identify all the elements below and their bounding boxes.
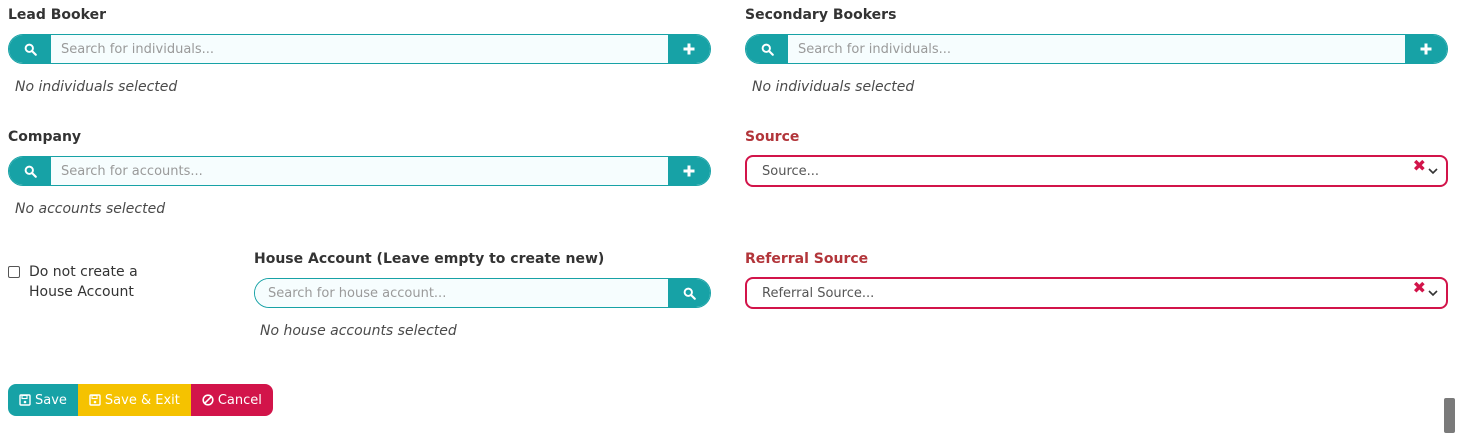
house-account-empty-text: No house accounts selected (260, 323, 457, 339)
no-house-account-label: Do not create a House Account (29, 264, 138, 300)
clear-icon[interactable]: ✖ (1413, 280, 1426, 296)
search-icon (761, 43, 774, 56)
lead-booker-add-button[interactable] (668, 35, 710, 63)
clear-icon[interactable]: ✖ (1413, 158, 1426, 174)
lead-booker-empty-text: No individuals selected (15, 79, 178, 95)
secondary-bookers-empty-text: No individuals selected (752, 79, 915, 95)
company-search-input[interactable] (51, 157, 668, 185)
source-select[interactable]: Source... ✖ (745, 155, 1448, 187)
plus-icon (683, 165, 695, 177)
save-button-label: Save (35, 392, 67, 408)
company-empty-text: No accounts selected (15, 201, 166, 217)
lead-booker-search-button[interactable] (9, 35, 51, 63)
search-icon (683, 287, 696, 300)
save-icon (19, 394, 31, 406)
referral-source-label: Referral Source (745, 251, 869, 267)
form-actions: Save Save & Exit Cancel (8, 384, 273, 416)
source-label: Source (745, 129, 800, 145)
lead-booker-label: Lead Booker (8, 7, 106, 23)
house-account-search-group (254, 278, 711, 308)
save-button[interactable]: Save (8, 384, 78, 416)
secondary-bookers-search-group (745, 34, 1448, 64)
plus-icon (683, 43, 695, 55)
save-exit-button-label: Save & Exit (104, 392, 180, 408)
chevron-down-icon[interactable] (1428, 289, 1438, 297)
cancel-button[interactable]: Cancel (190, 384, 273, 416)
secondary-bookers-search-button[interactable] (746, 35, 788, 63)
house-account-label: House Account (Leave empty to create new… (254, 251, 605, 267)
chevron-down-icon[interactable] (1428, 167, 1438, 175)
cancel-icon (202, 394, 214, 406)
secondary-bookers-add-button[interactable] (1405, 35, 1447, 63)
search-icon (24, 165, 37, 178)
lead-booker-search-input[interactable] (51, 35, 668, 63)
company-search-group (8, 156, 711, 186)
search-icon (24, 43, 37, 56)
save-exit-button[interactable]: Save & Exit (77, 384, 191, 416)
referral-source-select[interactable]: Referral Source... ✖ (745, 277, 1448, 309)
no-house-account-option[interactable]: Do not create a House Account (8, 262, 159, 302)
company-search-button[interactable] (9, 157, 51, 185)
house-account-search-button[interactable] (668, 279, 710, 307)
house-account-search-input[interactable] (255, 279, 668, 307)
scrollbar-thumb[interactable] (1444, 398, 1455, 433)
company-label: Company (8, 129, 82, 145)
secondary-bookers-search-input[interactable] (788, 35, 1405, 63)
referral-source-placeholder: Referral Source... (762, 285, 875, 301)
cancel-button-label: Cancel (217, 392, 262, 408)
company-add-button[interactable] (668, 157, 710, 185)
source-placeholder: Source... (762, 163, 820, 179)
no-house-account-checkbox[interactable] (8, 266, 20, 278)
save-icon (89, 394, 101, 406)
lead-booker-search-group (8, 34, 711, 64)
secondary-bookers-label: Secondary Bookers (745, 7, 897, 23)
plus-icon (1420, 43, 1432, 55)
